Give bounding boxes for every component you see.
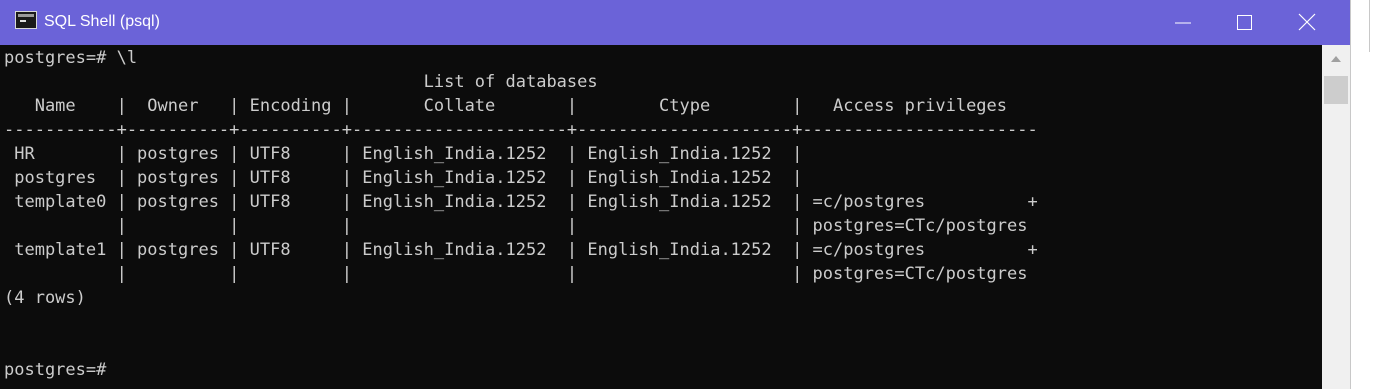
- scroll-up-button[interactable]: [1322, 45, 1350, 75]
- close-button[interactable]: [1276, 0, 1338, 45]
- maximize-icon: [1237, 15, 1252, 30]
- minimize-icon: [1175, 22, 1191, 24]
- divider: [1369, 0, 1370, 52]
- minimize-button[interactable]: [1152, 0, 1214, 45]
- table-header: Name | Owner | Encoding | Collate | Ctyp…: [4, 96, 1008, 116]
- prompt-command-line: postgres=# \l: [4, 48, 138, 68]
- title-bar[interactable]: SQL Shell (psql): [0, 0, 1350, 45]
- psql-window: SQL Shell (psql) postgres=# \l List of d…: [0, 0, 1350, 389]
- chevron-up-icon: [1331, 56, 1341, 62]
- prompt-line: postgres=#: [4, 360, 107, 380]
- row-count: (4 rows): [4, 288, 86, 308]
- table-row: template1 | postgres | UTF8 | English_In…: [4, 240, 1038, 260]
- terminal-output[interactable]: postgres=# \l List of databases Name | O…: [0, 45, 1322, 389]
- table-separator: -----------+----------+----------+------…: [4, 120, 1038, 140]
- table-caption: List of databases: [4, 72, 598, 92]
- table-row-continuation: | | | | | postgres=CTc/postgres: [4, 216, 1028, 236]
- maximize-button[interactable]: [1214, 0, 1276, 45]
- table-row: postgres | postgres | UTF8 | English_Ind…: [4, 168, 803, 188]
- background-window-edge: [1350, 0, 1373, 389]
- console-icon[interactable]: [15, 11, 37, 29]
- window-title: SQL Shell (psql): [44, 13, 160, 30]
- table-row: HR | postgres | UTF8 | English_India.125…: [4, 144, 803, 164]
- table-row: template0 | postgres | UTF8 | English_In…: [4, 192, 1038, 212]
- scrollbar-thumb[interactable]: [1324, 76, 1348, 104]
- close-icon: [1298, 13, 1316, 31]
- vertical-scrollbar[interactable]: [1322, 45, 1350, 389]
- table-row-continuation: | | | | | postgres=CTc/postgres: [4, 264, 1028, 284]
